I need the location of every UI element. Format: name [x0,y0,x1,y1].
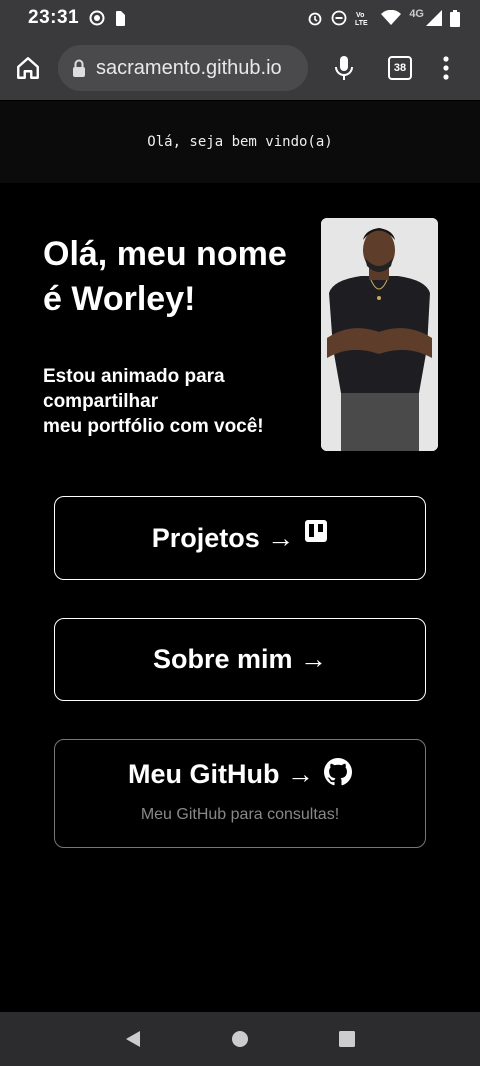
microphone-icon[interactable] [334,55,354,81]
home-circle-icon[interactable] [231,1030,249,1048]
tab-switcher-button[interactable]: 38 [388,56,412,80]
about-me-button-label: Sobre mim → [152,644,328,674]
hero-subtitle-line: Estou animado para [43,366,225,387]
projects-button-label: Projetos → [151,522,295,553]
url-text: sacramento.github.io [96,56,282,79]
more-menu-icon[interactable] [442,55,450,81]
sim-card-icon [116,10,126,26]
status-bar: 23:31 Vo LTE 4G [0,0,480,36]
record-icon [89,10,105,26]
back-icon[interactable] [124,1030,142,1048]
hero-subtitle: Estou animado para compartilhar meu port… [43,364,313,439]
projects-button[interactable]: Projetos → [54,496,426,580]
do-not-disturb-icon [331,10,347,26]
recents-icon[interactable] [338,1030,356,1048]
wifi-icon [381,10,402,25]
hero-subtitle-line: compartilhar [43,391,159,412]
status-time: 23:31 [28,7,80,28]
browser-toolbar: sacramento.github.io 38 [0,36,480,137]
greeting-banner: Olá, seja bem vindo(a) [0,101,480,183]
battery-icon [450,9,460,27]
svg-text:Vo: Vo [356,12,364,19]
volte-icon: VoLTE [355,12,368,26]
github-button-description: Meu GitHub para consultas! [140,806,340,823]
address-bar[interactable]: sacramento.github.io [58,45,308,91]
github-button[interactable]: Meu GitHub → Meu GitHub para consultas! [54,739,426,848]
hero-subtitle-line: meu portfólio com você! [43,416,264,437]
android-navigation-bar [0,1012,480,1066]
alarm-icon [308,12,322,26]
network-type: 4G [409,8,424,20]
github-button-label: Meu GitHub → [128,759,314,789]
signal-icon [426,10,442,26]
svg-text:LTE: LTE [355,20,368,26]
trello-icon [305,520,328,542]
lock-icon [73,59,85,77]
home-icon[interactable] [15,55,41,81]
about-me-button[interactable]: Sobre mim → [54,618,426,701]
greeting-text: Olá, seja bem vindo(a) [147,134,333,150]
hero-title: Olá, meu nome é Worley! [43,235,287,318]
profile-photo [321,218,438,451]
github-icon [323,757,352,785]
tab-count: 38 [393,62,407,74]
